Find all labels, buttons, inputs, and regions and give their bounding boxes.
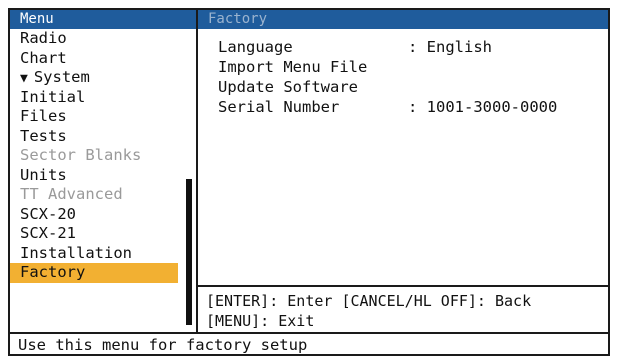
- menu-item-tt-advanced: TT Advanced: [10, 185, 178, 205]
- setting-value: : English: [408, 38, 492, 56]
- menu-item-label: Files: [20, 107, 67, 125]
- key-help-line: [MENU]: Exit: [206, 312, 315, 330]
- menu-item-label: System: [33, 68, 90, 86]
- setting-import-menu-file[interactable]: Import Menu File: [218, 57, 608, 77]
- menu-item-scx-21[interactable]: SCX-21: [10, 224, 178, 244]
- menu-item-label: Installation: [20, 243, 132, 262]
- menu-item-initial[interactable]: Initial: [10, 88, 178, 108]
- setting-language[interactable]: Language : English: [218, 37, 608, 57]
- menu-item-label: TT Advanced: [20, 185, 123, 203]
- menu-item-installation[interactable]: Installation: [10, 244, 178, 264]
- menu-item-label: SCX-21: [20, 224, 76, 242]
- menu-item-label: Tests: [20, 126, 67, 145]
- menu-item-label: Factory: [20, 263, 86, 281]
- menu-list: Radio Chart ▼ System Initial Files Tests …: [10, 29, 196, 283]
- setting-serial-number: Serial Number : 1001-3000-0000: [218, 97, 608, 117]
- menu-item-radio[interactable]: Radio: [10, 29, 178, 49]
- setting-value: : 1001-3000-0000: [408, 98, 558, 116]
- menu-item-system[interactable]: ▼ System: [10, 68, 178, 88]
- down-triangle-icon: ▼: [20, 71, 28, 86]
- menu-item-tests[interactable]: Tests: [10, 127, 178, 147]
- key-help-box: [ENTER]: Enter [CANCEL/HL OFF]: Back [ME…: [198, 285, 608, 332]
- menu-item-files[interactable]: Files: [10, 107, 178, 127]
- menu-item-factory[interactable]: Factory: [10, 263, 178, 283]
- menu-screen: Menu Radio Chart ▼ System Initial Files T…: [8, 8, 610, 356]
- menu-item-chart[interactable]: Chart: [10, 49, 178, 69]
- menu-item-scx-20[interactable]: SCX-20: [10, 205, 178, 225]
- key-help-line: [ENTER]: Enter [CANCEL/HL OFF]: Back: [206, 292, 532, 310]
- menu-item-label: Units: [20, 165, 67, 184]
- menu-title: Menu: [10, 10, 196, 29]
- setting-label: Language: [218, 38, 293, 56]
- menu-item-label: Sector Blanks: [20, 146, 142, 164]
- menu-item-label: Initial: [20, 87, 86, 106]
- menu-item-units[interactable]: Units: [10, 166, 178, 186]
- menu-panel: Menu Radio Chart ▼ System Initial Files T…: [10, 10, 198, 332]
- detail-title: Factory: [198, 10, 608, 29]
- menu-item-label: Radio: [20, 29, 67, 47]
- menu-item-sector-blanks: Sector Blanks: [10, 146, 178, 166]
- settings-list: Language : English Import Menu File Upda…: [198, 29, 608, 117]
- setting-label: Import Menu File: [218, 58, 368, 76]
- detail-panel: Factory Language : English Import Menu F…: [198, 10, 608, 332]
- setting-update-software[interactable]: Update Software: [218, 77, 608, 97]
- menu-item-label: Chart: [20, 48, 67, 67]
- setting-label: Update Software: [218, 78, 358, 96]
- menu-scrollbar[interactable]: [186, 179, 192, 325]
- setting-label: Serial Number: [218, 98, 340, 116]
- status-bar: Use this menu for factory setup: [10, 332, 608, 356]
- menu-item-label: SCX-20: [20, 204, 76, 223]
